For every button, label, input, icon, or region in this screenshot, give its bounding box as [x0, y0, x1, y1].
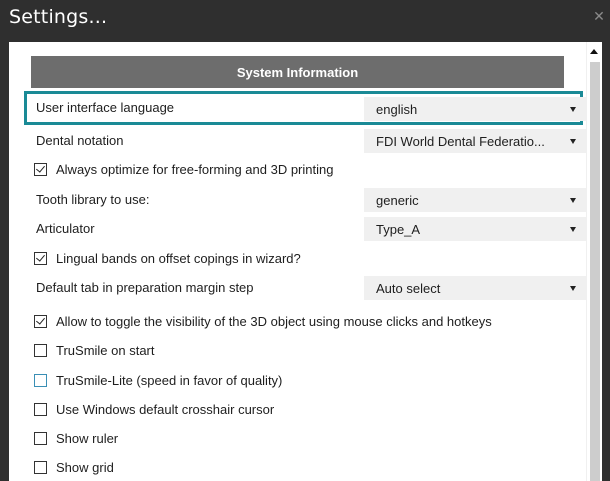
- grid-label: Show grid: [56, 460, 114, 475]
- title-bar: Settings... ✕: [0, 0, 610, 34]
- articulator-value: Type_A: [376, 221, 421, 237]
- lingual-checkbox[interactable]: [34, 252, 47, 265]
- tooth-library-value: generic: [376, 192, 419, 208]
- trusmile-checkbox[interactable]: [34, 344, 47, 357]
- chevron-down-icon: [570, 227, 576, 232]
- optimize-checkbox-row[interactable]: Always optimize for free-forming and 3D …: [24, 157, 584, 183]
- chevron-down-icon: [570, 198, 576, 203]
- ui-language-label: User interface language: [36, 100, 175, 115]
- ruler-label: Show ruler: [56, 431, 119, 446]
- dental-notation-dropdown[interactable]: FDI World Dental Federatio...: [364, 129, 586, 153]
- scroll-thumb[interactable]: [590, 62, 600, 481]
- toggle-visibility-label: Allow to toggle the visibility of the 3D…: [56, 314, 492, 329]
- window-title: Settings...: [9, 6, 108, 28]
- articulator-label: Articulator: [36, 221, 95, 236]
- ui-language-row: User interface language english: [24, 91, 586, 125]
- articulator-row: Articulator Type_A: [24, 216, 586, 242]
- vertical-scrollbar[interactable]: [586, 42, 602, 481]
- section-header-system-information: System Information: [31, 56, 564, 88]
- chevron-down-icon: [570, 286, 576, 291]
- default-tab-row: Default tab in preparation margin step A…: [24, 275, 586, 301]
- dental-notation-row: Dental notation FDI World Dental Federat…: [24, 128, 586, 154]
- ui-language-value: english: [376, 101, 418, 117]
- lingual-label: Lingual bands on offset copings in wizar…: [56, 251, 301, 266]
- crosshair-checkbox-row[interactable]: Use Windows default crosshair cursor: [24, 397, 584, 423]
- trusmile-checkbox-row[interactable]: TruSmile on start: [24, 338, 584, 364]
- settings-panel: System Information User interface langua…: [9, 42, 586, 481]
- toggle-visibility-checkbox-row[interactable]: Allow to toggle the visibility of the 3D…: [24, 309, 584, 335]
- checkmark-icon: [36, 315, 45, 325]
- articulator-dropdown[interactable]: Type_A: [364, 217, 586, 241]
- optimize-label: Always optimize for free-forming and 3D …: [56, 162, 334, 177]
- crosshair-label: Use Windows default crosshair cursor: [56, 402, 275, 417]
- trusmile-lite-label: TruSmile-Lite (speed in favor of quality…: [56, 373, 283, 388]
- toggle-visibility-checkbox[interactable]: [34, 315, 47, 328]
- default-tab-value: Auto select: [376, 280, 441, 296]
- crosshair-checkbox[interactable]: [34, 403, 47, 416]
- default-tab-dropdown[interactable]: Auto select: [364, 276, 586, 300]
- ruler-checkbox-row[interactable]: Show ruler: [24, 426, 584, 452]
- grid-checkbox[interactable]: [34, 461, 47, 474]
- grid-checkbox-row[interactable]: Show grid: [24, 455, 584, 481]
- default-tab-label: Default tab in preparation margin step: [36, 280, 254, 295]
- checkmark-icon: [36, 163, 45, 173]
- chevron-down-icon: [570, 139, 576, 144]
- trusmile-label: TruSmile on start: [56, 343, 155, 358]
- lingual-checkbox-row[interactable]: Lingual bands on offset copings in wizar…: [24, 246, 584, 272]
- tooth-library-label: Tooth library to use:: [36, 192, 150, 207]
- chevron-down-icon: [570, 107, 576, 112]
- trusmile-lite-checkbox[interactable]: [34, 374, 47, 387]
- tooth-library-dropdown[interactable]: generic: [364, 188, 586, 212]
- dental-notation-label: Dental notation: [36, 133, 124, 148]
- dental-notation-value: FDI World Dental Federatio...: [376, 133, 545, 149]
- ruler-checkbox[interactable]: [34, 432, 47, 445]
- window-frame-right: [602, 34, 610, 481]
- scroll-up-arrow-icon[interactable]: [590, 49, 598, 54]
- ui-language-dropdown[interactable]: english: [364, 97, 586, 121]
- tooth-library-row: Tooth library to use: generic: [24, 187, 586, 213]
- close-icon[interactable]: ✕: [592, 9, 606, 23]
- trusmile-lite-checkbox-row[interactable]: TruSmile-Lite (speed in favor of quality…: [24, 368, 584, 394]
- checkmark-icon: [36, 252, 45, 262]
- optimize-checkbox[interactable]: [34, 163, 47, 176]
